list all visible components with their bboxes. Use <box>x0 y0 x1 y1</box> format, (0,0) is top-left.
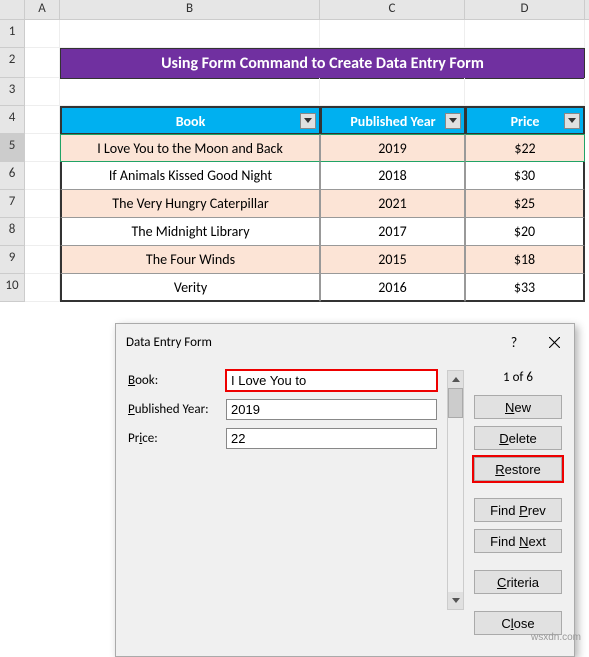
cell-year-3[interactable]: 2017 <box>320 218 465 246</box>
col-header-A[interactable]: A <box>25 0 60 19</box>
cell-price-3[interactable]: $20 <box>465 218 585 246</box>
cell-book-4[interactable]: The Four Winds <box>60 246 320 274</box>
cell-book-1[interactable]: If Animals Kissed Good Night <box>60 162 320 190</box>
column-headers: A B C D <box>0 0 589 20</box>
row-header-7[interactable]: 7 <box>0 190 25 218</box>
page-title: Using Form Command to Create Data Entry … <box>60 48 585 79</box>
find-prev-button[interactable]: Find Prev <box>474 498 562 522</box>
scroll-up-icon[interactable] <box>448 371 463 388</box>
row-header-10[interactable]: 10 <box>0 274 25 302</box>
select-all-corner[interactable] <box>0 0 25 19</box>
cell-B1[interactable] <box>60 20 320 48</box>
cell-year-0[interactable]: 2019 <box>320 134 465 162</box>
row-5: 5 I Love You to the Moon and Back 2019 $… <box>0 134 589 162</box>
cell-year-1[interactable]: 2018 <box>320 162 465 190</box>
cell-book-2[interactable]: The Very Hungry Caterpillar <box>60 190 320 218</box>
row-header-9[interactable]: 9 <box>0 246 25 274</box>
form-fields: Book: Published Year: Price: <box>128 370 437 642</box>
cell-A7[interactable] <box>25 190 60 218</box>
cell-B3[interactable] <box>60 78 320 106</box>
filter-dropdown-icon[interactable] <box>445 113 461 129</box>
dialog-title-bar[interactable]: Data Entry Form ? <box>116 324 574 360</box>
year-input[interactable] <box>226 399 437 420</box>
restore-button[interactable]: Restore <box>474 457 562 481</box>
col-header-C[interactable]: C <box>320 0 465 19</box>
cell-price-2[interactable]: $25 <box>465 190 585 218</box>
button-column: 1 of 6 New Delete Restore Find Prev Find… <box>474 370 562 642</box>
cell-year-2[interactable]: 2021 <box>320 190 465 218</box>
row-7: 7 The Very Hungry Caterpillar 2021 $25 <box>0 190 589 218</box>
new-button[interactable]: New <box>474 395 562 419</box>
table-header-year[interactable]: Published Year <box>320 106 465 134</box>
row-4: 4 Book Published Year Price <box>0 106 589 134</box>
col-header-D[interactable]: D <box>465 0 585 19</box>
row-3: 3 <box>0 78 589 106</box>
row-1: 1 <box>0 20 589 48</box>
dialog-body: Book: Published Year: Price: 1 of 6 New … <box>116 360 574 656</box>
dialog-title: Data Entry Form <box>126 335 494 350</box>
cell-price-5[interactable]: $33 <box>465 274 585 302</box>
find-next-button[interactable]: Find Next <box>474 529 562 553</box>
cell-A8[interactable] <box>25 218 60 246</box>
cell-C3[interactable] <box>320 78 465 106</box>
row-6: 6 If Animals Kissed Good Night 2018 $30 <box>0 162 589 190</box>
row-8: 8 The Midnight Library 2017 $20 <box>0 218 589 246</box>
record-scrollbar[interactable] <box>447 370 464 610</box>
cell-book-0[interactable]: I Love You to the Moon and Back <box>60 134 320 162</box>
row-9: 9 The Four Winds 2015 $18 <box>0 246 589 274</box>
criteria-button[interactable]: Criteria <box>474 570 562 594</box>
table-header-price[interactable]: Price <box>465 106 585 134</box>
row-header-5[interactable]: 5 <box>0 134 25 162</box>
scroll-thumb[interactable] <box>448 388 463 418</box>
row-10: 10 Verity 2016 $33 <box>0 274 589 302</box>
title-cell[interactable]: Using Form Command to Create Data Entry … <box>60 48 585 78</box>
row-header-2[interactable]: 2 <box>0 48 25 78</box>
cell-A1[interactable] <box>25 20 60 48</box>
cell-book-3[interactable]: The Midnight Library <box>60 218 320 246</box>
cell-A9[interactable] <box>25 246 60 274</box>
cell-D1[interactable] <box>465 20 585 48</box>
cell-A2[interactable] <box>25 48 60 78</box>
book-input[interactable] <box>226 370 437 391</box>
row-header-1[interactable]: 1 <box>0 20 25 48</box>
scroll-down-icon[interactable] <box>448 592 463 609</box>
cell-A3[interactable] <box>25 78 60 106</box>
row-header-8[interactable]: 8 <box>0 218 25 246</box>
cell-A10[interactable] <box>25 274 60 302</box>
delete-button[interactable]: Delete <box>474 426 562 450</box>
price-input[interactable] <box>226 428 437 449</box>
record-counter: 1 of 6 <box>474 370 562 385</box>
cell-book-5[interactable]: Verity <box>60 274 320 302</box>
help-button[interactable]: ? <box>494 330 534 354</box>
book-label: Book: <box>128 373 226 388</box>
row-2: 2 Using Form Command to Create Data Entr… <box>0 48 589 78</box>
watermark: wsxdn.com <box>531 632 581 643</box>
cell-C1[interactable] <box>320 20 465 48</box>
row-header-3[interactable]: 3 <box>0 78 25 106</box>
table-header-book[interactable]: Book <box>60 106 320 134</box>
filter-dropdown-icon[interactable] <box>300 113 316 129</box>
cell-price-4[interactable]: $18 <box>465 246 585 274</box>
cell-A4[interactable] <box>25 106 60 134</box>
row-header-6[interactable]: 6 <box>0 162 25 190</box>
cell-year-4[interactable]: 2015 <box>320 246 465 274</box>
cell-price-0[interactable]: $22 <box>465 134 585 162</box>
close-icon[interactable] <box>534 330 574 354</box>
cell-A6[interactable] <box>25 162 60 190</box>
cell-D3[interactable] <box>465 78 585 106</box>
cell-year-5[interactable]: 2016 <box>320 274 465 302</box>
price-label: Price: <box>128 431 226 446</box>
cell-A5[interactable] <box>25 134 60 162</box>
filter-dropdown-icon[interactable] <box>564 113 580 129</box>
data-entry-form-dialog: Data Entry Form ? Book: Published Year: … <box>115 323 575 657</box>
col-header-B[interactable]: B <box>60 0 320 19</box>
row-header-4[interactable]: 4 <box>0 106 25 134</box>
cell-price-1[interactable]: $30 <box>465 162 585 190</box>
year-label: Published Year: <box>128 402 226 417</box>
